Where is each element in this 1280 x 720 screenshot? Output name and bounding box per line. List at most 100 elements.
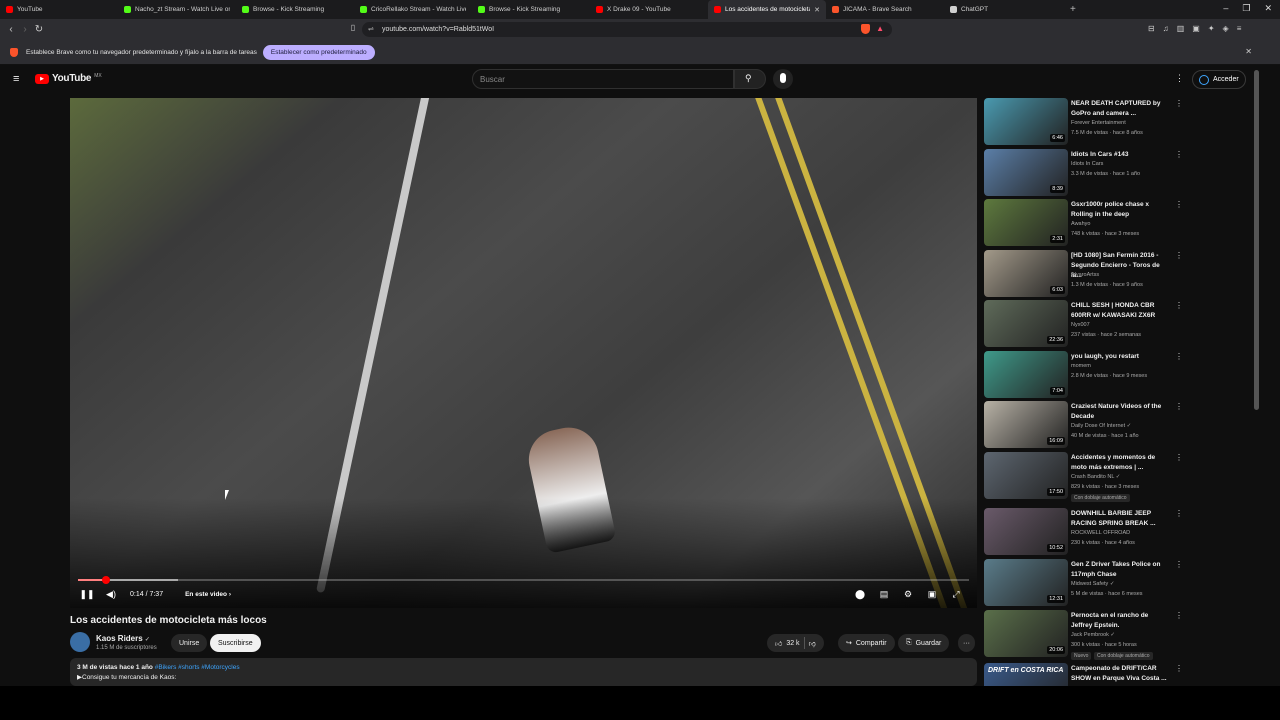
join-button[interactable]: Unirse (171, 634, 208, 652)
browser-tab[interactable]: ChatGPT (944, 0, 1062, 19)
page-scrollbar[interactable] (1254, 70, 1259, 410)
recommendation-item[interactable]: 12:31 Gen Z Driver Takes Police on 117mph… (984, 559, 1184, 607)
browser-tab[interactable]: Browse - Kick Streaming (472, 0, 590, 19)
minimize-icon[interactable]: – (1223, 3, 1228, 14)
more-actions-button[interactable]: ··· (958, 634, 975, 652)
youtube-logo[interactable]: ▶ YouTube MX (35, 73, 102, 84)
site-info-icon[interactable]: ⇌ (368, 25, 374, 33)
url-field[interactable]: ⇌ youtube.com/watch?v=Rabld51tWoI ▲ (362, 22, 892, 37)
video-thumbnail[interactable]: 12:31 (984, 559, 1068, 606)
recommendation-item[interactable]: 8:39 Idiots In Cars #143 Idiots In Cars 3.3… (984, 149, 1184, 197)
browser-tab[interactable]: YouTube (0, 0, 118, 19)
video-thumbnail[interactable]: 22:36 (984, 300, 1068, 347)
recommendation-channel[interactable]: AlvaroArtss (1071, 272, 1099, 278)
recommendation-channel[interactable]: Forever Entertainment (1071, 120, 1126, 126)
recommendation-menu-icon[interactable]: ⋮ (1175, 453, 1183, 462)
progress-bar[interactable] (78, 576, 969, 584)
menu-icon[interactable]: ≡ (1237, 24, 1242, 33)
subtitles-icon[interactable]: ▤ (877, 587, 891, 601)
recommendation-title[interactable]: DOWNHILL BARBIE JEEP RACING SPRING BREAK… (1071, 509, 1171, 529)
sidebar-icon[interactable]: ▥ (1177, 24, 1185, 33)
sign-in-button[interactable]: Acceder (1192, 70, 1246, 89)
recommendation-channel[interactable]: ROCKWELL OFFROAD (1071, 530, 1130, 536)
recommendation-menu-icon[interactable]: ⋮ (1175, 352, 1183, 361)
recommendation-item[interactable]: 17:50 Accidentes y momentos de moto más e… (984, 452, 1184, 502)
reload-icon[interactable]: ↻ (32, 24, 46, 35)
search-input[interactable]: Buscar (472, 69, 734, 89)
recommendation-menu-icon[interactable]: ⋮ (1175, 99, 1183, 108)
tab-close-icon[interactable]: ✕ (814, 6, 820, 14)
miniplayer-icon[interactable]: ▣ (925, 587, 939, 601)
recommendation-channel[interactable]: Crash Bandito NL ✓ (1071, 474, 1120, 480)
recommendation-channel[interactable]: Awahyo (1071, 221, 1090, 227)
video-thumbnail[interactable]: DRIFT en COSTA RICA (984, 663, 1068, 686)
search-button[interactable]: ⚲ (734, 69, 766, 89)
dislike-icon[interactable]: 👎︎ (809, 639, 816, 648)
voice-search-button[interactable] (773, 69, 793, 89)
browser-tab[interactable]: CricoRellako Stream - Watch Live on Kick (354, 0, 472, 19)
share-button[interactable]: ↪ Compartir (838, 634, 895, 652)
recommendation-channel[interactable]: Midwest Safety ✓ (1071, 581, 1114, 587)
pause-icon[interactable]: ❚❚ (79, 587, 94, 601)
browser-tab[interactable]: Browse - Kick Streaming (236, 0, 354, 19)
recommendation-channel[interactable]: Nyx007 (1071, 322, 1090, 328)
recommendation-menu-icon[interactable]: ⋮ (1175, 150, 1183, 159)
video-thumbnail[interactable]: 8:39 (984, 149, 1068, 196)
recommendation-title[interactable]: Campeonato de DRIFT/CAR SHOW en Parque V… (1071, 664, 1171, 684)
recommendation-channel[interactable]: Jack Pembrook ✓ (1071, 632, 1115, 638)
hashtags[interactable]: #Bikers #shorts #Motorcycles (155, 664, 240, 671)
video-thumbnail[interactable]: 17:50 (984, 452, 1068, 499)
set-default-button[interactable]: Establecer como predeterminado (262, 44, 375, 60)
recommendation-item[interactable]: 7:04 you laugh, you restart momem 2.8 M de … (984, 351, 1184, 399)
channel-avatar[interactable] (70, 632, 90, 652)
volume-icon[interactable]: ◀) (104, 587, 118, 601)
recommendation-menu-icon[interactable]: ⋮ (1175, 402, 1183, 411)
recommendation-item[interactable]: 20:06 Pernocta en el rancho de Jeffrey Ep… (984, 610, 1184, 660)
recommendation-menu-icon[interactable]: ⋮ (1175, 509, 1183, 518)
autoplay-toggle-icon[interactable]: ⬤ (853, 587, 867, 601)
video-thumbnail[interactable]: 16:09 (984, 401, 1068, 448)
recommendation-channel[interactable]: momem (1071, 363, 1091, 369)
fullscreen-icon[interactable]: ⤢ (949, 587, 963, 601)
music-icon[interactable]: ♫ (1163, 24, 1169, 33)
maximize-icon[interactable]: ❐ (1242, 3, 1250, 14)
recommendation-title[interactable]: Gsxr1000r police chase x Rolling in the … (1071, 200, 1171, 220)
recommendation-item[interactable]: 6:46 NEAR DEATH CAPTURED by GoPro and cam… (984, 98, 1184, 146)
brave-shield-icon[interactable] (861, 24, 870, 34)
subscribe-button[interactable]: Suscribirse (210, 634, 261, 652)
bookmark-icon[interactable]: ▯ (346, 23, 360, 32)
video-thumbnail[interactable]: 7:04 (984, 351, 1068, 398)
recommendation-title[interactable]: NEAR DEATH CAPTURED by GoPro and camera … (1071, 99, 1171, 119)
recommendation-item[interactable]: DRIFT en COSTA RICA Campeonato de DRIFT/C… (984, 663, 1184, 686)
recommendation-menu-icon[interactable]: ⋮ (1175, 301, 1183, 310)
recommendation-menu-icon[interactable]: ⋮ (1175, 200, 1183, 209)
video-thumbnail[interactable]: 2:31 (984, 199, 1068, 246)
description-box[interactable]: 3 M de vistas hace 1 año #Bikers #shorts… (70, 658, 977, 686)
video-player[interactable]: ❚❚ ◀) 0:14 / 7:37 En este video › ⬤ ▤ ⚙ … (70, 98, 977, 608)
leo-icon[interactable]: ✦ (1208, 24, 1215, 33)
browser-tab[interactable]: JICAMA - Brave Search (826, 0, 944, 19)
recommendation-title[interactable]: Pernocta en el rancho de Jeffrey Epstein… (1071, 611, 1171, 631)
recommendation-title[interactable]: CHILL SESH | HONDA CBR 600RR w/ KAWASAKI… (1071, 301, 1171, 321)
like-count[interactable]: 32 k (786, 640, 799, 647)
video-thumbnail[interactable]: 6:03 (984, 250, 1068, 297)
recommendation-item[interactable]: 6:03 [HD 1080] San Fermín 2016 - Segundo … (984, 250, 1184, 298)
recommendation-channel[interactable]: Idiots In Cars (1071, 161, 1103, 167)
save-button[interactable]: ⎘ Guardar (898, 634, 950, 652)
settings-gear-icon[interactable]: ⚙ (901, 587, 915, 601)
channel-name[interactable]: Kaos Riders ✓ (96, 634, 150, 643)
recommendation-item[interactable]: 2:31 Gsxr1000r police chase x Rolling in … (984, 199, 1184, 247)
recommendation-title[interactable]: Craziest Nature Videos of the Decade (1071, 402, 1171, 422)
recommendation-menu-icon[interactable]: ⋮ (1175, 560, 1183, 569)
recommendation-menu-icon[interactable]: ⋮ (1175, 664, 1183, 673)
recommendation-title[interactable]: Accidentes y momentos de moto más extrem… (1071, 453, 1171, 473)
recommendation-menu-icon[interactable]: ⋮ (1175, 611, 1183, 620)
browser-tab[interactable]: Los accidentes de motocicleta ✕ (708, 0, 826, 19)
settings-kebab-icon[interactable]: ⋮ (1175, 73, 1184, 84)
recommendation-item[interactable]: 10:52 DOWNHILL BARBIE JEEP RACING SPRING … (984, 508, 1184, 556)
hamburger-menu-icon[interactable]: ≡ (13, 73, 19, 85)
browser-tab[interactable]: Nacho_zt Stream - Watch Live on Kick (118, 0, 236, 19)
tab-search-icon[interactable]: ⊟ (1148, 24, 1155, 33)
infobar-close-icon[interactable]: ✕ (1245, 47, 1252, 56)
recommendation-title[interactable]: Gen Z Driver Takes Police on 117mph Chas… (1071, 560, 1171, 580)
